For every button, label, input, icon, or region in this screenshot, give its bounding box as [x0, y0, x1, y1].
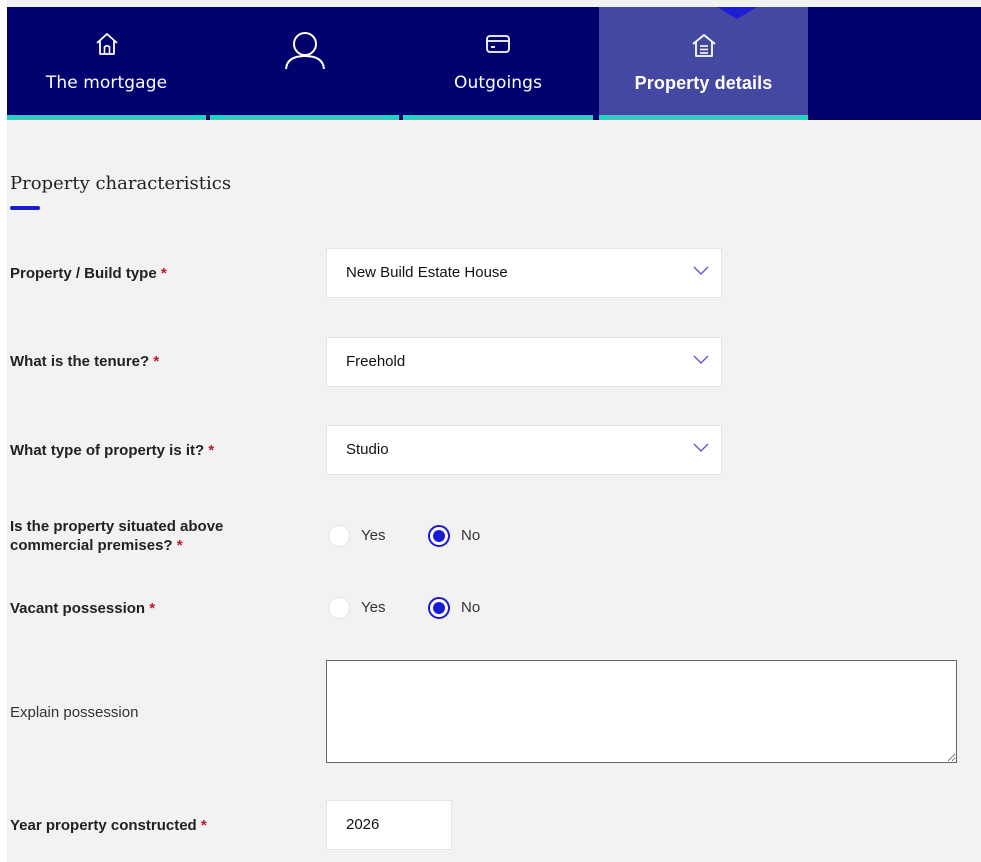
build-type-label-text: Property / Build type [10, 265, 157, 282]
section-title-accent [10, 206, 40, 210]
tab-label: Outgoings [453, 73, 543, 93]
tab-property-details[interactable]: Property details [599, 7, 808, 120]
tab-applicant[interactable] [210, 7, 399, 120]
vacant-possession-label: Vacant possession * [10, 599, 155, 618]
chevron-down-icon [693, 355, 709, 364]
above-commercial-label-line1: Is the property situated above [10, 518, 224, 535]
tab-progress-underline [403, 115, 593, 120]
top-nav-bar: The mortgage Outgoings Property details [7, 7, 981, 120]
tenure-label-text: What is the tenure? [10, 353, 150, 370]
tab-progress-underline [599, 115, 808, 120]
required-asterisk: * [208, 442, 215, 459]
tenure-label: What is the tenure? * [10, 352, 159, 371]
tab-progress-underline [7, 115, 206, 120]
vacant-possession-label-text: Vacant possession [10, 600, 146, 617]
radio-label: Yes [361, 527, 386, 544]
year-constructed-label: Year property constructed * [10, 816, 207, 835]
chevron-down-icon [693, 266, 709, 275]
property-type-select[interactable]: Studio [326, 425, 722, 475]
property-type-label: What type of property is it? * [10, 441, 214, 460]
home-icon [94, 31, 120, 62]
year-constructed-value: 2026 [346, 816, 380, 833]
section-title: Property characteristics [10, 173, 232, 194]
tenure-select[interactable]: Freehold [326, 337, 722, 387]
tab-label: Property details [634, 73, 773, 93]
tab-outgoings[interactable]: Outgoings [403, 7, 593, 120]
explain-possession-label: Explain possession [10, 704, 139, 721]
radio-circle[interactable] [328, 597, 350, 619]
radio-label: No [461, 599, 481, 616]
required-asterisk: * [176, 537, 183, 554]
build-type-label: Property / Build type * [10, 264, 167, 283]
required-asterisk: * [149, 600, 156, 617]
tenure-value: Freehold [346, 353, 406, 370]
radio-circle[interactable] [328, 525, 350, 547]
radio-label: No [461, 527, 481, 544]
card-icon [485, 33, 511, 60]
person-icon [280, 31, 330, 76]
tab-label: The mortgage [45, 73, 168, 93]
property-type-value: Studio [346, 441, 389, 458]
build-type-select[interactable]: New Build Estate House [326, 248, 722, 298]
tab-progress-underline [210, 115, 399, 120]
left-edge-strip [0, 0, 7, 862]
radio-circle-selected[interactable] [428, 525, 450, 547]
tab-the-mortgage[interactable]: The mortgage [7, 7, 206, 120]
active-tab-pointer [717, 7, 757, 19]
build-type-value: New Build Estate House [346, 264, 508, 281]
above-commercial-label: Is the property situated above commercia… [10, 517, 223, 555]
required-asterisk: * [160, 265, 167, 282]
year-constructed-input[interactable]: 2026 [326, 800, 452, 850]
required-asterisk: * [200, 817, 207, 834]
year-constructed-label-text: Year property constructed [10, 817, 197, 834]
house-document-icon [690, 31, 718, 64]
property-type-label-text: What type of property is it? [10, 442, 205, 459]
page: The mortgage Outgoings Property details … [0, 0, 981, 862]
required-asterisk: * [153, 353, 160, 370]
above-commercial-label-line2: commercial premises? [10, 537, 173, 554]
radio-label: Yes [361, 599, 386, 616]
radio-circle-selected[interactable] [428, 597, 450, 619]
explain-possession-textarea[interactable] [326, 660, 957, 763]
chevron-down-icon [693, 443, 709, 452]
